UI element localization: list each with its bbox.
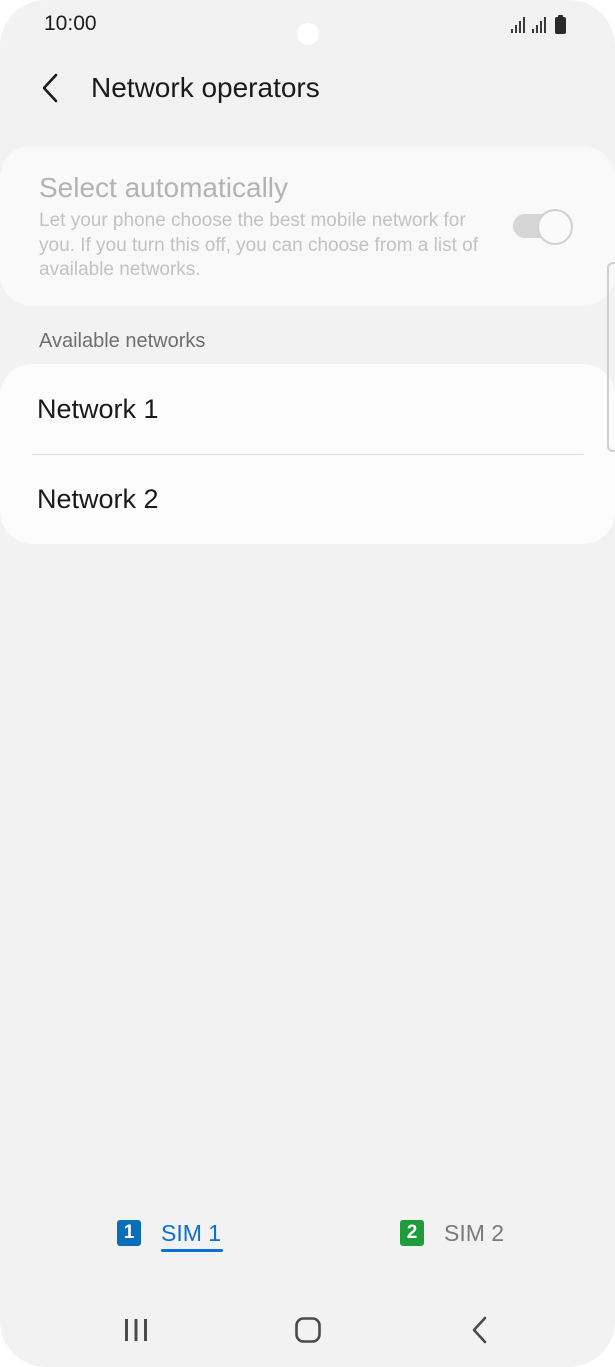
toggle-knob [537,209,573,245]
scrollbar[interactable] [607,262,615,452]
status-icons [511,15,571,35]
page-title: Network operators [91,72,320,103]
selected-tab-indicator [161,1249,223,1252]
home-button[interactable] [282,1306,334,1354]
signal-icon [511,17,525,33]
tab-sim-1-label: SIM 1 [161,1220,222,1246]
chevron-left-icon [42,73,58,103]
tab-sim-2[interactable]: 2 SIM 2 [400,1214,520,1258]
network-label: Network 1 [37,394,159,424]
network-item[interactable]: Network 2 [0,454,615,544]
signal-icon [532,17,546,33]
tab-sim-1[interactable]: 1 SIM 1 [117,1214,237,1258]
available-networks-heading: Available networks [39,330,206,352]
auto-select-description: Let your phone choose the best mobile ne… [39,210,478,280]
tab-sim-2-label: SIM 2 [444,1220,505,1246]
front-camera [297,23,319,45]
back-button[interactable] [28,66,72,110]
battery-icon [555,15,566,34]
sim-1-badge: 1 [117,1220,141,1246]
sim-2-badge: 2 [400,1220,424,1246]
network-item[interactable]: Network 1 [0,364,615,454]
home-icon [295,1317,321,1343]
auto-select-title: Select automatically [39,172,289,203]
back-icon [472,1316,487,1344]
network-label: Network 2 [37,484,159,514]
phone-screen: 10:00 Network operators Select automatic… [0,0,615,1367]
recent-apps-icon [125,1319,147,1341]
auto-select-toggle[interactable] [513,209,573,245]
recent-apps-button[interactable] [110,1306,162,1354]
status-time: 10:00 [44,12,97,35]
nav-back-button[interactable] [454,1306,506,1354]
